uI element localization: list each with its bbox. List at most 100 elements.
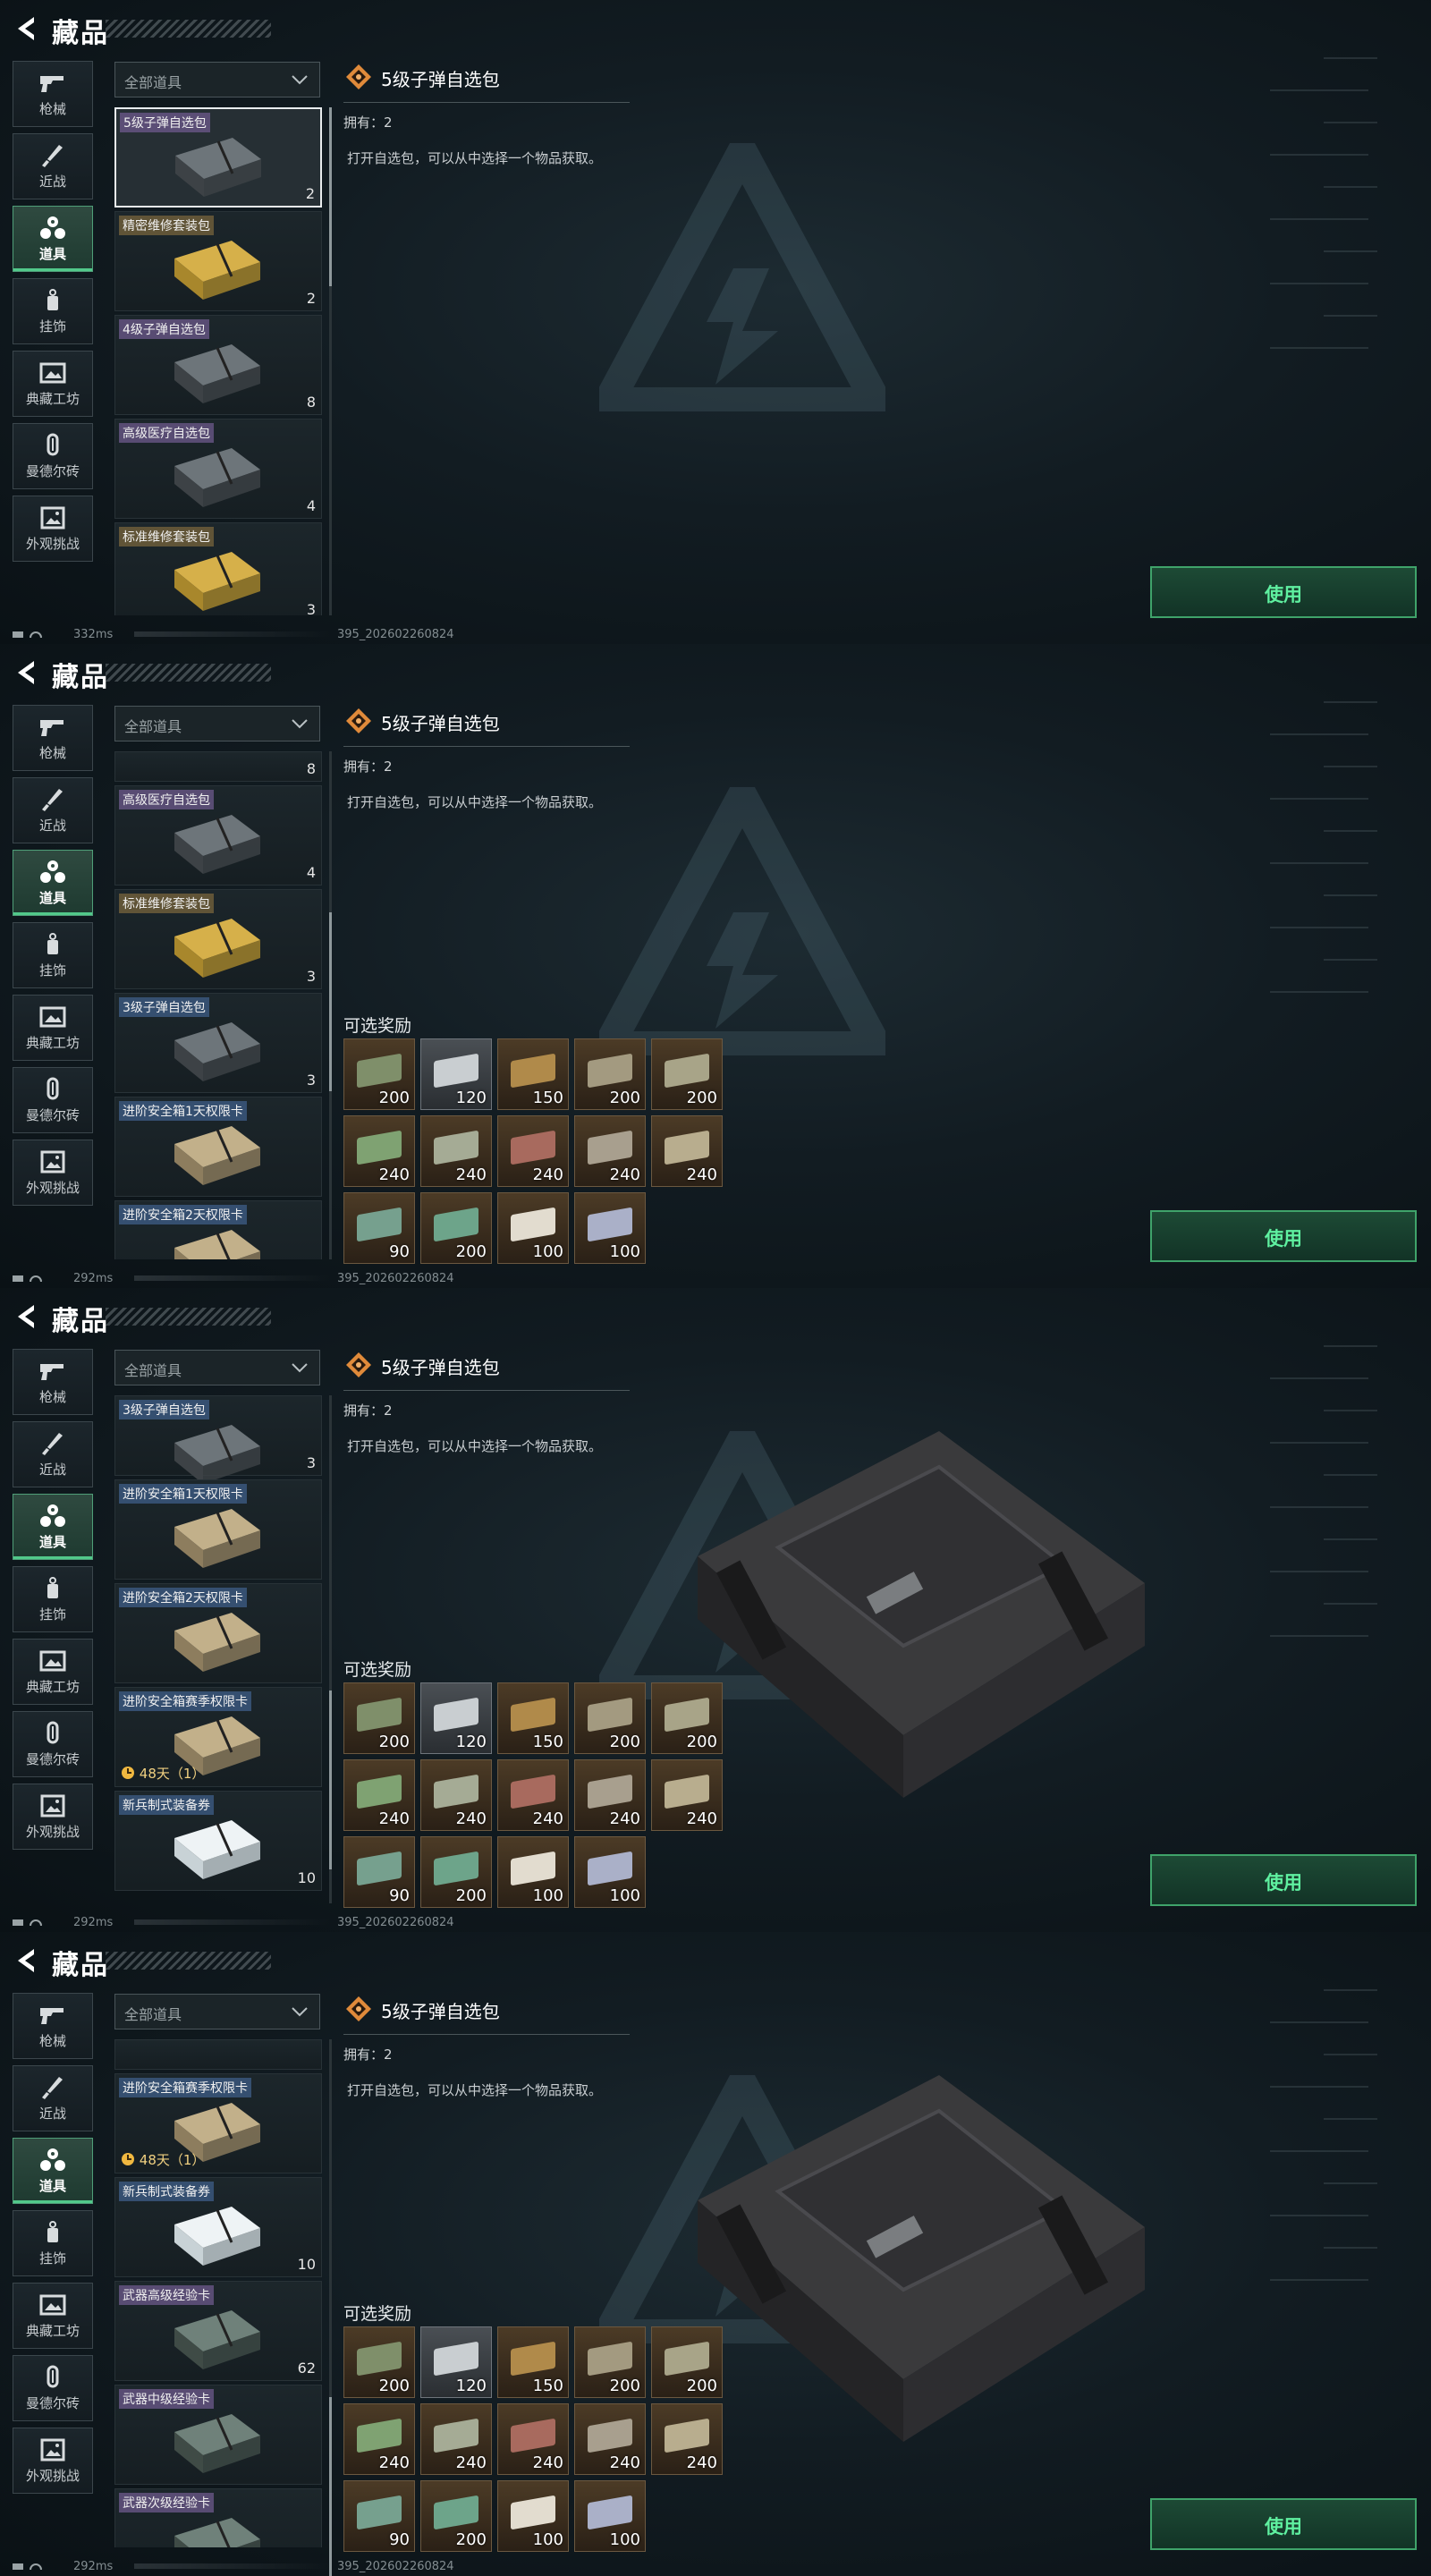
category-tab-melee[interactable]: 近战 [13,2065,93,2131]
category-tab-firearms[interactable]: 枪械 [13,705,93,771]
item-card[interactable]: 武器高级经验卡 62 [114,2281,322,2381]
use-button[interactable]: 使用 [1150,2498,1417,2550]
reward-item[interactable]: 150 [497,1038,569,1110]
reward-item[interactable]: 150 [497,2326,569,2398]
item-card[interactable]: 4级子弹自选包 8 [114,315,322,415]
reward-item[interactable]: 240 [420,2403,492,2475]
item-card[interactable]: 进阶安全箱1天权限卡 [114,1097,322,1197]
reward-item[interactable]: 200 [574,1038,646,1110]
category-tab-charms[interactable]: 挂饰 [13,922,93,988]
reward-item[interactable]: 240 [574,1759,646,1831]
reward-item[interactable]: 200 [574,1682,646,1754]
item-card[interactable]: 进阶安全箱1天权限卡 [114,1479,322,1580]
item-filter-dropdown[interactable]: 全部道具 [114,1350,320,1385]
category-tab-firearms[interactable]: 枪械 [13,1349,93,1415]
item-card[interactable]: 5级子弹自选包 2 [114,107,322,208]
use-button[interactable]: 使用 [1150,566,1417,618]
item-card[interactable]: 精密维修套装包 2 [114,211,322,311]
reward-item[interactable]: 90 [343,1836,415,1908]
reward-item[interactable]: 240 [420,1759,492,1831]
scrollbar-thumb[interactable] [329,2397,332,2576]
category-tab-collection-workshop[interactable]: 典藏工坊 [13,1639,93,1705]
item-card[interactable]: 新兵制式装备券 10 [114,1791,322,1891]
category-tab-collection-workshop[interactable]: 典藏工坊 [13,2283,93,2349]
item-filter-dropdown[interactable]: 全部道具 [114,706,320,741]
scrollbar-thumb[interactable] [329,1690,332,1869]
category-tab-collection-workshop[interactable]: 典藏工坊 [13,995,93,1061]
use-button[interactable]: 使用 [1150,1210,1417,1262]
category-tab-items[interactable]: 道具 [13,206,93,272]
back-arrow-icon[interactable] [14,1947,38,1974]
back-arrow-icon[interactable] [14,659,38,686]
category-tab-melee[interactable]: 近战 [13,133,93,199]
item-card[interactable]: 进阶安全箱2天权限卡 [114,1200,322,1259]
reward-item[interactable]: 200 [574,2326,646,2398]
reward-item[interactable]: 240 [651,1115,723,1187]
reward-item[interactable]: 120 [420,2326,492,2398]
item-card[interactable]: 武器中级经验卡 [114,2385,322,2485]
reward-item[interactable]: 200 [651,2326,723,2398]
item-card[interactable]: 进阶安全箱赛季权限卡 48天（1） [114,1687,322,1787]
reward-item[interactable]: 120 [420,1682,492,1754]
category-tab-appearance-challenge[interactable]: 外观挑战 [13,496,93,562]
category-tab-firearms[interactable]: 枪械 [13,1993,93,2059]
reward-item[interactable]: 100 [497,1836,569,1908]
reward-item[interactable]: 200 [343,1682,415,1754]
category-tab-charms[interactable]: 挂饰 [13,278,93,344]
item-card[interactable]: 3级子弹自选包 3 [114,993,322,1093]
reward-item[interactable]: 240 [343,2403,415,2475]
category-tab-charms[interactable]: 挂饰 [13,2210,93,2276]
category-tab-collection-workshop[interactable]: 典藏工坊 [13,351,93,417]
item-card[interactable]: 3级子弹自选包 3 [114,1395,322,1484]
use-button[interactable]: 使用 [1150,1854,1417,1906]
category-tab-appearance-challenge[interactable]: 外观挑战 [13,2428,93,2494]
reward-item[interactable]: 100 [574,2480,646,2552]
item-card[interactable]: 武器次级经验卡 [114,2488,322,2547]
reward-item[interactable]: 200 [420,1836,492,1908]
category-tab-items[interactable]: 道具 [13,1494,93,1560]
category-tab-melee[interactable]: 近战 [13,1421,93,1487]
item-card[interactable]: 标准维修套装包 3 [114,522,322,615]
scrollbar-thumb[interactable] [329,912,332,1091]
reward-item[interactable]: 240 [497,2403,569,2475]
reward-item[interactable]: 200 [651,1682,723,1754]
category-tab-items[interactable]: 道具 [13,850,93,916]
back-arrow-icon[interactable] [14,1303,38,1330]
reward-item[interactable]: 200 [343,2326,415,2398]
reward-item[interactable]: 120 [420,1038,492,1110]
item-card[interactable]: 进阶安全箱2天权限卡 [114,1583,322,1683]
reward-item[interactable]: 100 [574,1192,646,1264]
item-card[interactable]: 高级医疗自选包 4 [114,419,322,519]
item-filter-dropdown[interactable]: 全部道具 [114,62,320,97]
category-tab-melee[interactable]: 近战 [13,777,93,843]
reward-item[interactable]: 100 [497,2480,569,2552]
item-card[interactable] [114,2039,322,2070]
reward-item[interactable]: 240 [651,2403,723,2475]
category-tab-mandel-brick[interactable]: 曼德尔砖 [13,423,93,489]
category-tab-mandel-brick[interactable]: 曼德尔砖 [13,1067,93,1133]
reward-item[interactable]: 240 [343,1759,415,1831]
reward-item[interactable]: 240 [343,1115,415,1187]
reward-item[interactable]: 200 [420,1192,492,1264]
category-tab-mandel-brick[interactable]: 曼德尔砖 [13,2355,93,2421]
reward-item[interactable]: 240 [574,1115,646,1187]
category-tab-items[interactable]: 道具 [13,2138,93,2204]
item-card[interactable]: 标准维修套装包 3 [114,889,322,989]
reward-item[interactable]: 240 [574,2403,646,2475]
category-tab-firearms[interactable]: 枪械 [13,61,93,127]
category-tab-appearance-challenge[interactable]: 外观挑战 [13,1784,93,1850]
reward-item[interactable]: 200 [651,1038,723,1110]
reward-item[interactable]: 200 [420,2480,492,2552]
reward-item[interactable]: 150 [497,1682,569,1754]
category-tab-mandel-brick[interactable]: 曼德尔砖 [13,1711,93,1777]
item-filter-dropdown[interactable]: 全部道具 [114,1994,320,2029]
reward-item[interactable]: 90 [343,2480,415,2552]
item-card[interactable]: 高级医疗自选包 4 [114,785,322,886]
category-tab-charms[interactable]: 挂饰 [13,1566,93,1632]
reward-item[interactable]: 200 [343,1038,415,1110]
back-arrow-icon[interactable] [14,15,38,42]
reward-item[interactable]: 100 [497,1192,569,1264]
reward-item[interactable]: 90 [343,1192,415,1264]
reward-item[interactable]: 240 [651,1759,723,1831]
reward-item[interactable]: 100 [574,1836,646,1908]
